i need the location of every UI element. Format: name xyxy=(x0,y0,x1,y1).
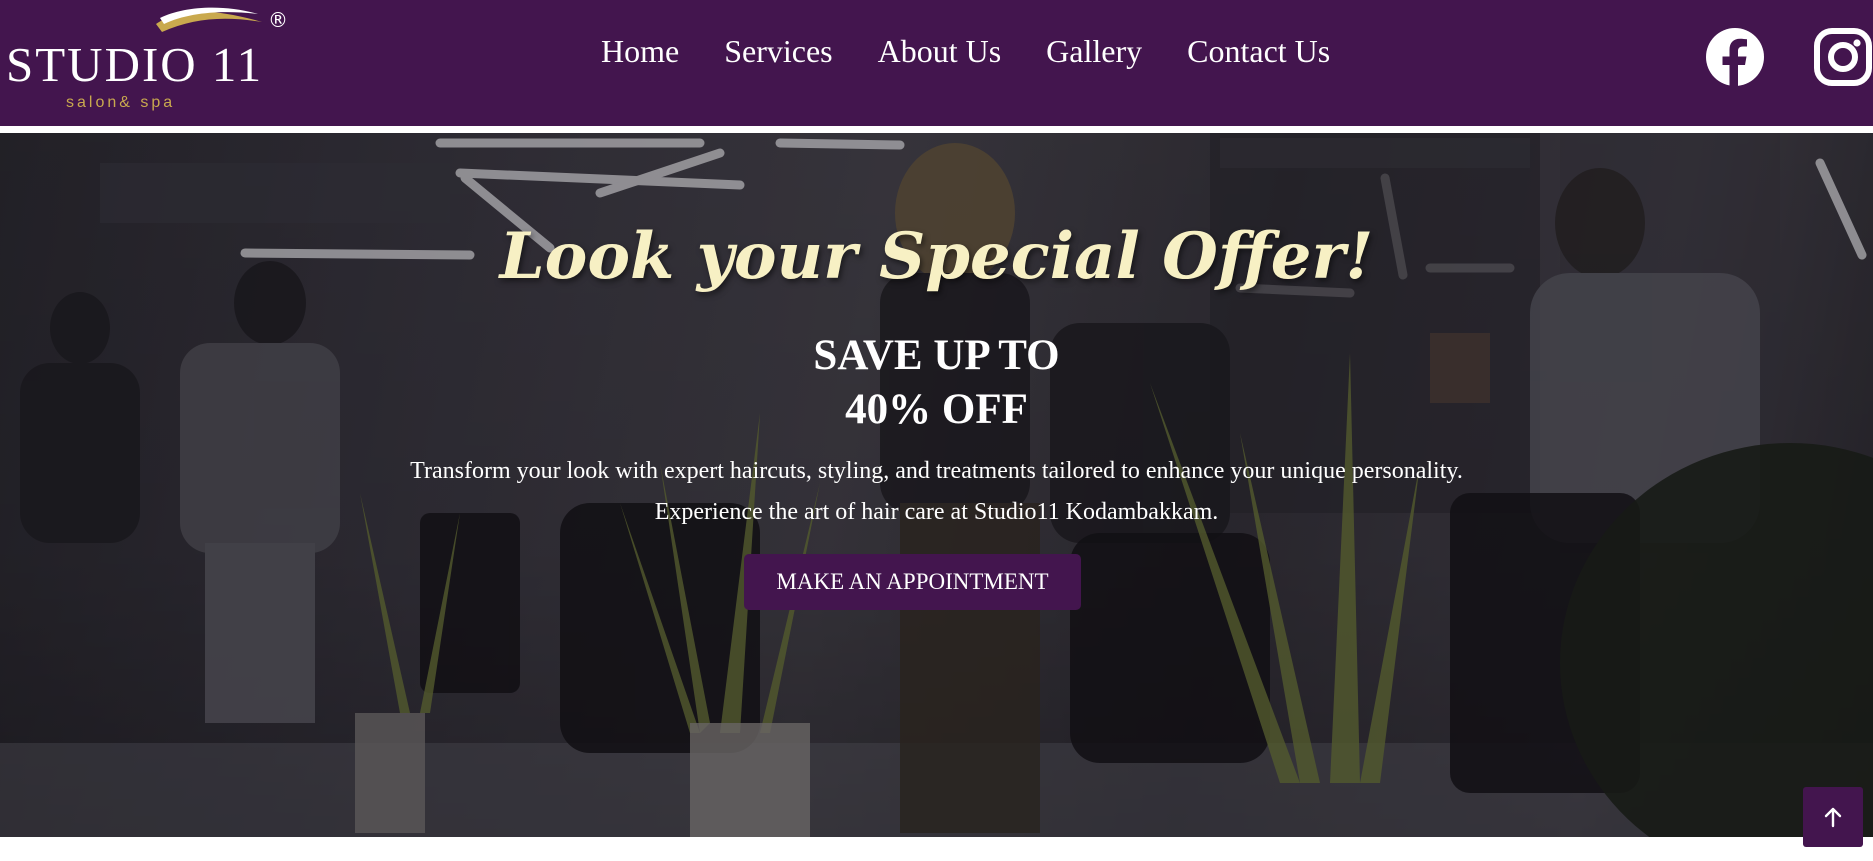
hero-banner: Look your Special Offer! SAVE UP TO 40% … xyxy=(0,133,1873,837)
make-appointment-button[interactable]: MAKE AN APPOINTMENT xyxy=(744,554,1081,610)
registered-mark: ® xyxy=(268,8,288,32)
hero-text-line-1: Transform your look with expert haircuts… xyxy=(410,458,1463,484)
hero-heading-line-1: SAVE UP TO xyxy=(813,332,1060,379)
hero-title: Look your Special Offer! xyxy=(499,219,1374,294)
main-nav: Home Services About Us Gallery Contact U… xyxy=(601,33,1330,70)
nav-gallery[interactable]: Gallery xyxy=(1046,33,1142,70)
nav-home[interactable]: Home xyxy=(601,33,679,70)
logo-tagline: salon& spa xyxy=(66,94,176,111)
nav-contact-us[interactable]: Contact Us xyxy=(1187,33,1330,70)
scroll-to-top-button[interactable] xyxy=(1803,787,1863,847)
logo-swoosh-icon xyxy=(156,7,262,32)
nav-services[interactable]: Services xyxy=(724,33,832,70)
arrow-up-icon xyxy=(1824,807,1842,828)
instagram-icon[interactable] xyxy=(1813,27,1873,87)
logo-name: STUDIO 11 xyxy=(6,37,264,92)
facebook-icon[interactable] xyxy=(1705,27,1765,87)
site-header: ® STUDIO 11 salon& spa Home Services Abo… xyxy=(0,0,1873,126)
hero-text-line-2: Experience the art of hair care at Studi… xyxy=(654,499,1219,525)
brand-logo[interactable]: ® STUDIO 11 salon& spa xyxy=(6,6,288,114)
header-divider xyxy=(0,126,1873,133)
hero-heading-line-2: 40% OFF xyxy=(845,386,1028,433)
hero-heading: SAVE UP TO 40% OFF xyxy=(0,329,1873,437)
hero-description: Transform your look with expert haircuts… xyxy=(0,451,1873,533)
nav-about-us[interactable]: About Us xyxy=(878,33,1002,70)
